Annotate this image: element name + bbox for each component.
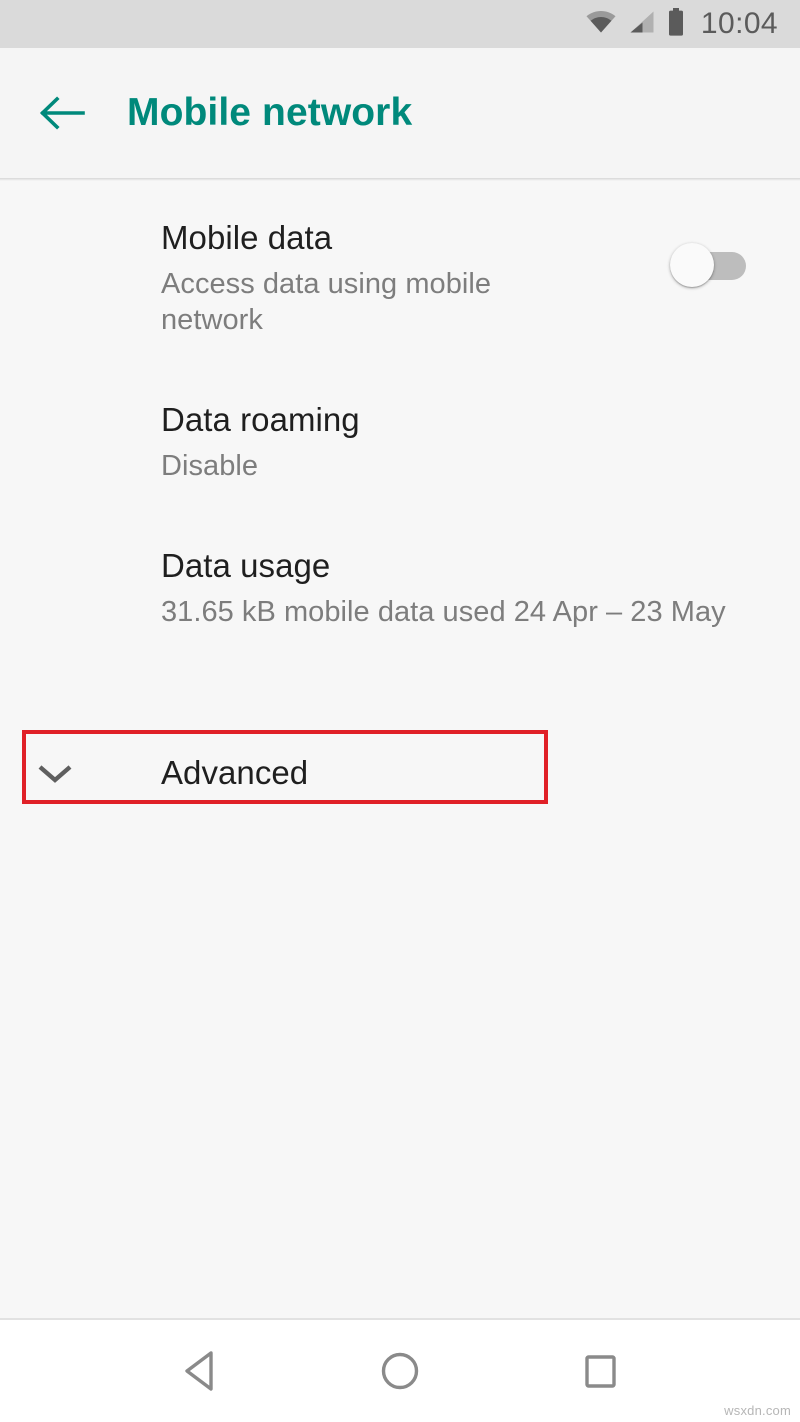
setting-summary: 31.65 kB mobile data used 24 Apr – 23 Ma…: [161, 595, 726, 628]
setting-row-data-usage[interactable]: Data usage 31.65 kB mobile data used 24 …: [0, 547, 800, 631]
square-icon: [585, 1355, 616, 1388]
page-title: Mobile network: [127, 91, 413, 134]
battery-icon: [668, 7, 684, 41]
setting-text-block: Data roaming Disable: [161, 401, 776, 485]
setting-text-block: Data usage 31.65 kB mobile data used 24 …: [161, 547, 776, 631]
setting-row-data-roaming[interactable]: Data roaming Disable: [0, 401, 800, 485]
circle-icon: [381, 1352, 419, 1390]
cellular-signal-icon: [629, 10, 655, 39]
setting-text-block: Mobile data Access data using mobile net…: [161, 219, 670, 339]
nav-recents-button[interactable]: [545, 1320, 655, 1422]
advanced-section: Advanced: [0, 725, 800, 821]
chevron-down-icon: [25, 743, 85, 803]
status-bar: 10:04: [0, 0, 800, 48]
triangle-left-icon: [185, 1351, 213, 1391]
settings-list: Mobile data Access data using mobile net…: [0, 181, 800, 1318]
setting-title: Data roaming: [161, 400, 360, 438]
setting-title: Mobile data: [161, 219, 333, 256]
back-arrow-icon: [39, 96, 85, 130]
system-navigation-bar: wsxdn.com: [0, 1320, 800, 1422]
back-button[interactable]: [30, 81, 94, 145]
setting-title: Data usage: [161, 546, 331, 584]
toggle-knob: [670, 243, 714, 287]
advanced-label: Advanced: [161, 754, 309, 791]
setting-summary: Disable: [161, 449, 259, 482]
nav-home-button[interactable]: [345, 1320, 455, 1422]
mobile-data-toggle[interactable]: [670, 243, 746, 287]
app-bar: Mobile network: [0, 48, 800, 178]
status-bar-clock: 10:04: [700, 7, 778, 40]
setting-row-mobile-data[interactable]: Mobile data Access data using mobile net…: [0, 219, 800, 339]
status-bar-icons: [586, 7, 684, 41]
nav-back-button[interactable]: [145, 1320, 255, 1422]
advanced-expander-row[interactable]: Advanced: [0, 725, 800, 821]
site-watermark: wsxdn.com: [724, 1403, 791, 1418]
wifi-icon: [586, 10, 616, 39]
setting-summary: Access data using mobile network: [161, 267, 492, 336]
